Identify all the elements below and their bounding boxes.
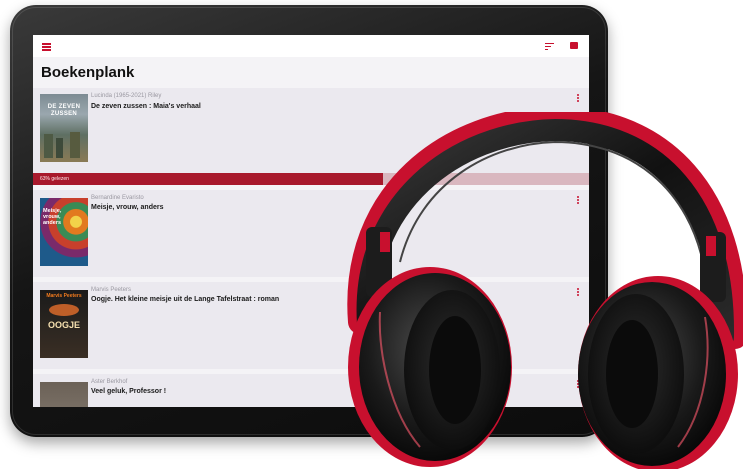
cover-title-3: OOGJE — [47, 320, 80, 330]
book-author-1: Lucinda (1965-2021) Riley — [91, 93, 162, 99]
page-title: Boekenplank — [41, 64, 135, 81]
reading-progress-label: 63% gelezen — [40, 176, 69, 182]
app-bar — [33, 35, 589, 57]
headphones-image — [347, 112, 743, 469]
book-author-2: Bernardine Evaristo — [91, 195, 144, 201]
cover-author-3: Marvis Peeters — [46, 293, 82, 299]
book-cover-3[interactable]: Marvis Peeters OOGJE — [40, 290, 88, 358]
reading-progress-fill — [33, 173, 384, 185]
book-cover-1[interactable]: DE ZEVEN ZUSSEN — [40, 94, 88, 162]
grid-view-icon[interactable] — [570, 42, 578, 49]
cover-title-1: DE ZEVEN ZUSSEN — [47, 104, 81, 117]
book-author-3: Marvis Peeters — [91, 287, 132, 293]
more-options-icon-1[interactable] — [577, 94, 580, 104]
book-author-4: Aster Berkhof — [91, 379, 128, 385]
product-scene: Boekenplank DE ZEVEN ZUSSEN Lucinda (196… — [0, 0, 743, 469]
book-title-1[interactable]: De zeven zussen : Maia's verhaal — [91, 103, 201, 110]
book-title-3[interactable]: Oogje. Het kleine meisje uit de Lange Ta… — [91, 296, 279, 303]
cover-title-2: Meisje, vrouw, anders — [43, 208, 62, 226]
menu-icon[interactable] — [42, 43, 51, 51]
book-cover-2[interactable]: Meisje, vrouw, anders — [40, 198, 88, 266]
sort-icon[interactable] — [545, 43, 554, 51]
book-cover-4[interactable] — [40, 382, 88, 407]
book-title-4[interactable]: Veel geluk, Professor ! — [91, 388, 166, 395]
book-title-2[interactable]: Meisje, vrouw, anders — [91, 204, 164, 211]
